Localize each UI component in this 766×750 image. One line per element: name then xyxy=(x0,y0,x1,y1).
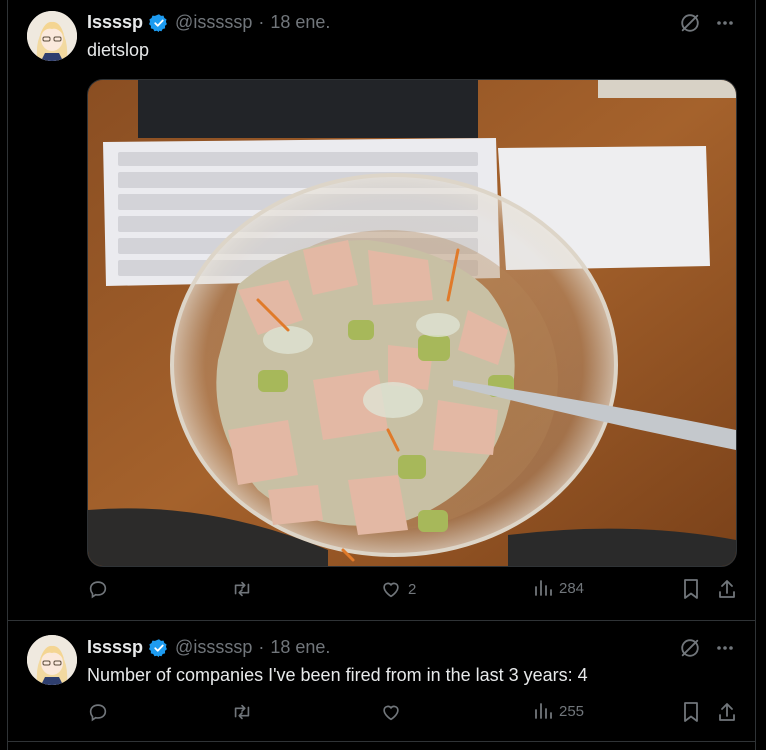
bookmark-button[interactable] xyxy=(681,578,701,600)
grok-icon[interactable] xyxy=(679,12,701,34)
share-button[interactable] xyxy=(717,701,737,723)
tweet-header: Issssp @isssssp · 18 ene. xyxy=(87,637,330,658)
like-icon xyxy=(380,578,402,600)
tweet-photo[interactable] xyxy=(87,79,737,567)
views-button[interactable]: 255 xyxy=(533,701,584,721)
tweet-text: Number of companies I've been fired from… xyxy=(87,665,588,685)
tweet-text: dietslop xyxy=(87,40,150,60)
views-icon xyxy=(533,578,553,598)
post-date[interactable]: 18 ene. xyxy=(270,12,330,33)
repost-icon xyxy=(230,578,254,600)
like-count: 2 xyxy=(408,580,417,598)
more-icon[interactable] xyxy=(715,13,735,33)
author-handle[interactable]: @isssssp xyxy=(175,637,252,658)
share-icon xyxy=(717,701,737,723)
author-name[interactable]: Issssp xyxy=(87,637,143,658)
like-button[interactable]: 2 xyxy=(380,578,416,600)
bookmark-button[interactable] xyxy=(681,701,701,723)
separator: · xyxy=(258,637,265,657)
salad-photo xyxy=(88,80,736,566)
views-icon xyxy=(533,701,553,721)
tweet-actions: 255 xyxy=(87,701,735,731)
more-icon[interactable] xyxy=(715,638,735,658)
share-icon xyxy=(717,578,737,600)
tweet-header: Issssp @isssssp · 18 ene. xyxy=(87,12,330,33)
author-handle[interactable]: @isssssp xyxy=(175,12,252,33)
like-button[interactable] xyxy=(380,701,408,723)
tweet-actions: 2 284 xyxy=(87,578,735,608)
bookmark-icon xyxy=(681,578,701,600)
author-name[interactable]: Issssp xyxy=(87,12,143,33)
verified-badge-icon xyxy=(149,638,169,658)
verified-badge-icon xyxy=(149,13,169,33)
views-button[interactable]: 284 xyxy=(533,578,584,598)
views-count: 284 xyxy=(559,579,585,597)
separator: · xyxy=(258,12,265,32)
reply-icon xyxy=(87,701,109,723)
timeline-right-border xyxy=(755,0,756,750)
reply-icon xyxy=(87,578,109,600)
repost-button[interactable] xyxy=(230,701,260,723)
bookmark-icon xyxy=(681,701,701,723)
tweet[interactable]: Issssp @isssssp · 18 ene. dietslop 2 284 xyxy=(7,0,755,621)
repost-button[interactable] xyxy=(230,578,260,600)
avatar[interactable] xyxy=(27,11,77,61)
tweet[interactable]: Issssp @isssssp · 18 ene. Number of comp… xyxy=(7,621,755,742)
reply-button[interactable] xyxy=(87,701,115,723)
repost-icon xyxy=(230,701,254,723)
like-icon xyxy=(380,701,402,723)
grok-icon[interactable] xyxy=(679,637,701,659)
views-count: 255 xyxy=(559,702,585,720)
avatar[interactable] xyxy=(27,635,77,685)
reply-button[interactable] xyxy=(87,578,115,600)
post-date[interactable]: 18 ene. xyxy=(270,637,330,658)
share-button[interactable] xyxy=(717,578,737,600)
